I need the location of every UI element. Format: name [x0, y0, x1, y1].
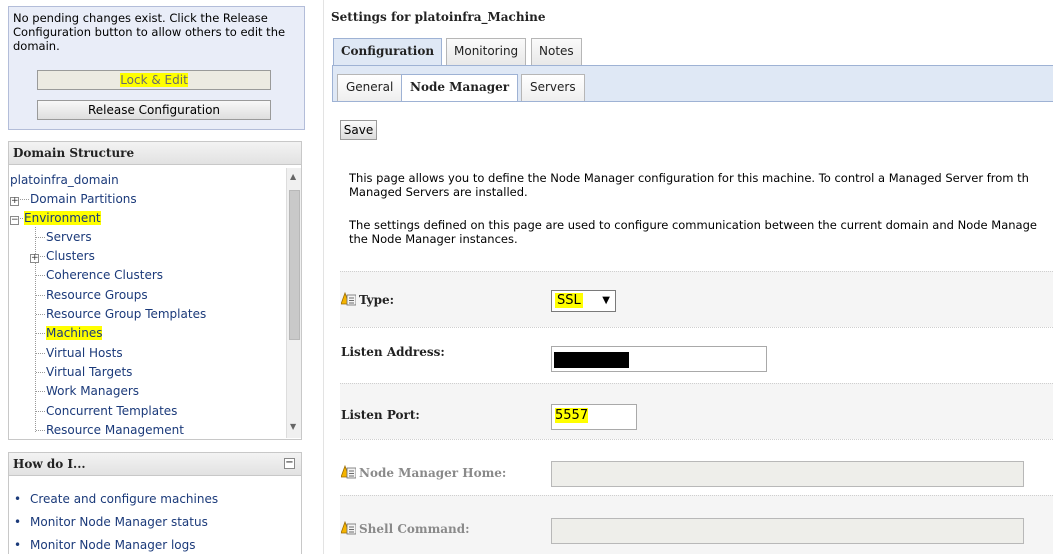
info-warning-icon[interactable] [340, 464, 357, 479]
tab-notes[interactable]: Notes [531, 38, 582, 65]
dropdown-arrow-icon: ▼ [602, 295, 610, 306]
page-title: Settings for platoinfra_Machine [331, 10, 546, 24]
tab-configuration[interactable]: Configuration [333, 38, 443, 65]
tree-item-machines[interactable]: Machines [36, 324, 103, 342]
type-label: Type: [340, 290, 394, 307]
change-center-message: No pending changes exist. Click the Rele… [13, 11, 286, 53]
how-do-i-link[interactable]: • Create and configure machines [14, 490, 218, 513]
type-select[interactable]: SSL ▼ [551, 290, 616, 312]
minus-expander-icon[interactable]: − [10, 216, 19, 225]
subtab-node-manager[interactable]: Node Manager [401, 74, 519, 101]
node-manager-home-field [551, 461, 1024, 487]
tree-item-domain-partitions[interactable]: + Domain Partitions [10, 190, 137, 208]
tree-root[interactable]: platoinfra_domain [10, 171, 119, 189]
tree-item-resource-group-templates[interactable]: Resource Group Templates [36, 305, 206, 323]
tree-scrollbar[interactable]: ▲ ▼ [286, 168, 301, 438]
tree-item-resource-groups[interactable]: Resource Groups [36, 286, 148, 304]
tree-item-concurrent-templates[interactable]: Concurrent Templates [36, 402, 177, 420]
plus-expander-icon[interactable]: + [30, 254, 39, 263]
tree-item-resource-management[interactable]: Resource Management [36, 421, 184, 438]
description-line: The settings defined on this page are us… [349, 218, 1037, 232]
lock-edit-button[interactable]: Lock & Edit [37, 70, 271, 90]
tree-item-environment[interactable]: − Environment [10, 209, 101, 227]
how-do-i-link[interactable]: • Monitor Node Manager logs [14, 536, 218, 559]
shell-command-label: Shell Command: [340, 519, 470, 536]
info-warning-icon[interactable] [340, 291, 357, 306]
description-line: This page allows you to define the Node … [349, 171, 1029, 185]
tree-item-servers[interactable]: Servers [36, 228, 92, 246]
save-button[interactable]: Save [340, 120, 377, 140]
description-line: the Node Manager instances. [349, 232, 518, 246]
tree-item-clusters[interactable]: + Clusters [30, 247, 95, 265]
release-configuration-button[interactable]: Release Configuration [37, 100, 271, 120]
column-divider [323, 0, 324, 554]
listen-port-label: Listen Port: [341, 408, 420, 422]
lock-edit-label: Lock & Edit [120, 73, 188, 87]
scroll-down-icon[interactable]: ▼ [290, 422, 296, 431]
tab-monitoring[interactable]: Monitoring [446, 38, 527, 65]
description-line: Managed Servers are installed. [349, 185, 528, 199]
tree-item-virtual-hosts[interactable]: Virtual Hosts [36, 344, 123, 362]
listen-address-label: Listen Address: [341, 345, 445, 359]
tree-item-coherence-clusters[interactable]: Coherence Clusters [36, 266, 163, 284]
scrollbar-thumb[interactable] [289, 190, 300, 340]
how-do-i-list: • Create and configure machines • Monitor … [14, 490, 218, 559]
domain-tree: platoinfra_domain + Domain Partitions − En… [8, 168, 286, 438]
tree-item-virtual-targets[interactable]: Virtual Targets [36, 363, 132, 381]
plus-expander-icon[interactable]: + [10, 197, 19, 206]
subtab-underline [332, 101, 1053, 102]
form-row-type [340, 271, 1053, 327]
redacted-value [554, 352, 629, 368]
form-row-listen-port [340, 383, 1053, 439]
listen-port-field[interactable]: 5557 [551, 404, 637, 430]
node-manager-home-label: Node Manager Home: [340, 463, 506, 480]
scroll-up-icon[interactable]: ▲ [290, 172, 296, 181]
shell-command-field [551, 518, 1024, 544]
tree-item-work-managers[interactable]: Work Managers [36, 382, 139, 400]
info-warning-icon[interactable] [340, 520, 357, 535]
subtab-general[interactable]: General [337, 74, 403, 101]
how-do-i-link[interactable]: • Monitor Node Manager status [14, 513, 218, 536]
subtab-servers[interactable]: Servers [521, 74, 585, 101]
